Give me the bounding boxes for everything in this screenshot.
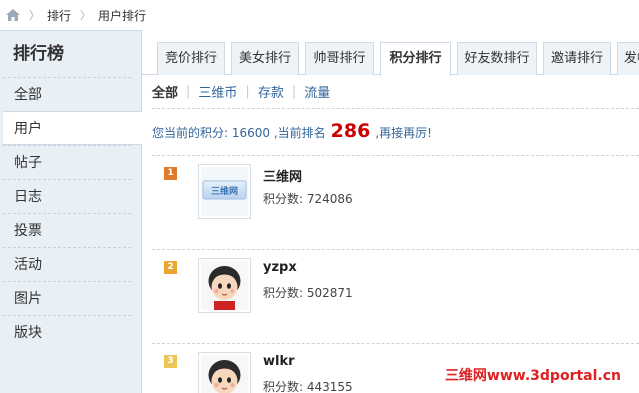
user-avatar[interactable] [198,258,251,313]
sidebar: 排行榜 全部 用户 帖子 日志 投票 活动 图片 版块 [0,30,142,393]
rank-badge: 2 [164,261,177,274]
sidebar-item-forums[interactable]: 版块 [3,315,131,349]
tab-points-ranking[interactable]: 积分排行 [380,42,451,76]
user-name-link[interactable]: 三维网 [263,166,302,185]
subnav-separator: | [186,83,191,99]
sidebar-item-images[interactable]: 图片 [3,281,131,315]
subnav-deposit[interactable]: 存款 [258,82,284,101]
user-avatar[interactable] [198,352,251,393]
user-score: 积分数: 724086 [263,192,353,206]
user-avatar[interactable]: 三维网 [198,164,251,219]
user-score: 积分数: 443155 [263,380,353,393]
sidebar-item-blogs[interactable]: 日志 [3,179,131,213]
site-logo-icon: 三维网 [201,167,248,216]
logo-text: 三维网 [211,185,238,197]
divider [152,343,639,344]
subnav-all[interactable]: 全部 [152,82,178,101]
rank-badge: 3 [164,355,177,368]
tab-friends-ranking[interactable]: 好友数排行 [457,42,537,75]
tab-invite-ranking[interactable]: 邀请排行 [543,42,611,75]
tab-beauty-ranking[interactable]: 美女排行 [231,42,299,75]
points-subnav: 全部 | 三维币 | 存款 | 流量 [152,82,330,101]
tab-bid-ranking[interactable]: 竞价排行 [157,42,225,75]
divider [152,108,639,109]
sidebar-item-events[interactable]: 活动 [3,247,131,281]
divider [152,155,639,156]
tab-posts-ranking[interactable]: 发帖 [617,42,639,75]
sidebar-item-all[interactable]: 全部 [3,77,131,111]
divider [152,249,639,250]
subnav-separator: | [291,83,297,99]
user-name-link[interactable]: yzpx [263,260,297,275]
user-score: 积分数: 502871 [263,286,353,300]
current-rank: 286 [330,120,371,142]
ranking-row: 1 三维网 三维网 积分数: 724086 [152,157,639,249]
subnav-coins[interactable]: 三维币 [198,82,237,101]
subnav-traffic[interactable]: 流量 [304,82,330,101]
breadcrumb-separator: 〉 [29,9,40,22]
breadcrumb-link-user-ranking[interactable]: 用户排行 [98,7,146,24]
user-name-link[interactable]: wlkr [263,354,295,369]
sidebar-item-posts[interactable]: 帖子 [3,145,131,179]
sidebar-title: 排行榜 [13,44,64,64]
cartoon-avatar-icon [201,355,248,393]
ranking-tabs: 竞价排行 美女排行 帅哥排行 积分排行 好友数排行 邀请排行 发帖 [142,30,639,76]
current-score-line: 您当前的积分: 16600 ,当前排名 286 ,再接再厉! [152,120,432,142]
sidebar-item-user[interactable]: 用户 [3,111,142,145]
score-suffix: ,再接再厉! [375,126,432,140]
ranking-row: 2 yzpx 积分数: 502871 [152,251,639,343]
sidebar-item-polls[interactable]: 投票 [3,213,131,247]
score-prefix: 您当前的积分: 16600 ,当前排名 [152,126,326,140]
tab-handsome-ranking[interactable]: 帅哥排行 [305,42,374,75]
rank-badge: 1 [164,167,177,180]
subnav-separator: | [245,83,250,99]
breadcrumb: 〉 排行 〉 用户排行 [0,0,639,30]
breadcrumb-link-ranking[interactable]: 排行 [47,7,71,24]
watermark: 三维网www.3dportal.cn [444,368,621,384]
home-icon[interactable] [6,9,20,21]
breadcrumb-separator: 〉 [80,9,92,22]
cartoon-avatar-icon [201,261,248,310]
